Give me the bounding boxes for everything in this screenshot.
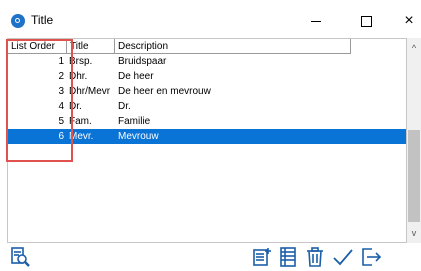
title-cell: Dr. [69, 101, 82, 112]
description-cell: Bruidspaar [118, 56, 167, 67]
title-cell: Mevr. [69, 131, 94, 142]
column-header-title[interactable]: Title [67, 39, 115, 54]
vertical-scrollbar[interactable]: ^ v [407, 38, 421, 243]
exit-icon [362, 248, 382, 266]
scroll-thumb[interactable] [408, 130, 420, 222]
description-cell: Familie [118, 116, 151, 127]
delete-icon [307, 247, 323, 267]
confirm-check-icon [333, 249, 353, 266]
list-order-highlight-box [6, 39, 73, 162]
bottom-toolbar [0, 245, 421, 271]
search-report-icon [11, 247, 30, 267]
delete-button[interactable] [304, 246, 326, 268]
add-item-icon [253, 248, 271, 266]
app-logo-icon [11, 14, 25, 28]
maximize-button[interactable] [352, 10, 380, 32]
column-header-description[interactable]: Description [115, 39, 351, 54]
list-view-icon [280, 247, 296, 267]
description-cell: De heer [118, 71, 154, 82]
scroll-up-arrow-icon[interactable]: ^ [407, 41, 421, 55]
title-cell: Fam. [69, 116, 92, 127]
search-report-button[interactable] [9, 246, 31, 268]
title-cell: Dhr. [69, 71, 88, 82]
list-view-button[interactable] [277, 246, 299, 268]
description-cell: De heer en mevrouw [118, 86, 211, 97]
confirm-button[interactable] [332, 246, 354, 268]
window-title: Title [31, 13, 54, 27]
description-cell: Mevrouw [118, 131, 159, 142]
exit-button[interactable] [360, 246, 382, 268]
title-cell: Brsp. [69, 56, 93, 67]
maximize-icon [360, 16, 372, 28]
description-cell: Dr. [118, 101, 131, 112]
title-cell: Dhr/Mevr [69, 86, 111, 97]
scroll-down-arrow-icon[interactable]: v [407, 226, 421, 240]
minimize-icon [311, 21, 321, 23]
title-bar: Title × [0, 0, 421, 38]
add-button[interactable] [251, 246, 273, 268]
close-button[interactable]: × [395, 10, 421, 32]
minimize-button[interactable] [302, 10, 330, 32]
